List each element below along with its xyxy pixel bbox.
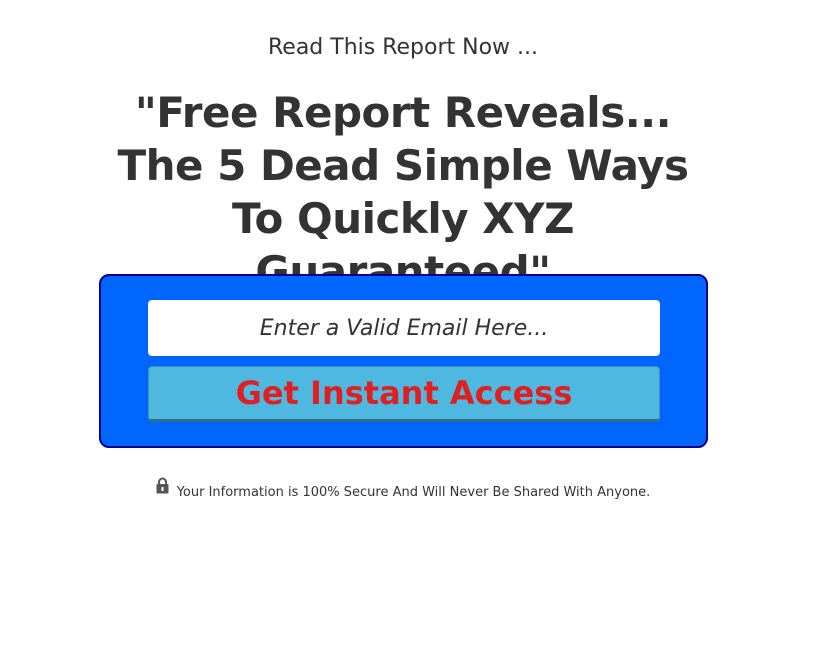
- page-title: "Free Report Reveals... The 5 Dead Simpl…: [117, 88, 689, 296]
- pre-headline: Read This Report Now ...: [267, 35, 539, 60]
- email-field[interactable]: [148, 300, 660, 356]
- get-instant-access-button[interactable]: Get Instant Access: [148, 366, 660, 422]
- privacy-text: Your Information is 100% Secure And Will…: [176, 485, 651, 500]
- privacy-notice: Your Information is 100% Secure And Will…: [0, 477, 806, 506]
- optin-form: Get Instant Access: [99, 274, 708, 448]
- lock-icon: [156, 477, 169, 503]
